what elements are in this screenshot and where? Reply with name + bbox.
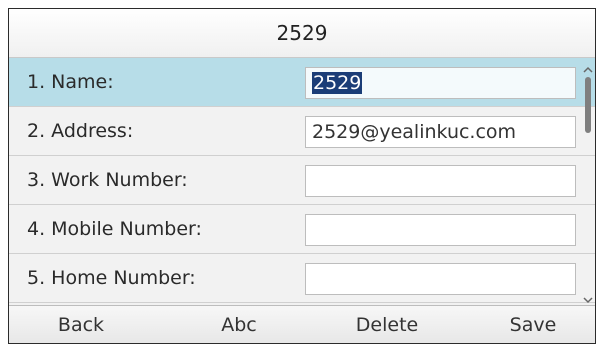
name-field[interactable]: 2529 xyxy=(305,67,576,99)
work-number-label: 3. Work Number: xyxy=(27,169,188,191)
mobile-number-field[interactable] xyxy=(305,214,576,246)
softkey-bar: Back Abc Delete Save xyxy=(9,305,595,343)
save-button[interactable]: Save xyxy=(493,306,573,343)
chevron-down-icon[interactable] xyxy=(582,291,594,304)
home-number-field[interactable] xyxy=(305,263,576,295)
name-label: 1. Name: xyxy=(27,71,114,93)
form-row-name[interactable]: 1. Name: 2529 xyxy=(9,58,595,107)
abc-button[interactable]: Abc xyxy=(199,306,279,343)
form-row-work-number[interactable]: 3. Work Number: xyxy=(9,156,595,205)
scrollbar-thumb[interactable] xyxy=(585,77,591,133)
name-value-selected: 2529 xyxy=(312,72,363,94)
contact-form: 1. Name: 2529 2. Address: 2529@yealinkuc… xyxy=(9,58,595,304)
phone-screen: 2529 1. Name: 2529 2. Address: 2529@yeal… xyxy=(8,8,596,344)
address-field[interactable]: 2529@yealinkuc.com xyxy=(305,116,576,148)
mobile-number-label: 4. Mobile Number: xyxy=(27,218,202,240)
scrollbar[interactable] xyxy=(582,59,594,304)
work-number-field[interactable] xyxy=(305,165,576,197)
home-number-label: 5. Home Number: xyxy=(27,267,196,289)
form-row-home-number[interactable]: 5. Home Number: xyxy=(9,254,595,303)
delete-button[interactable]: Delete xyxy=(337,306,437,343)
chevron-up-icon[interactable] xyxy=(582,61,594,73)
form-row-address[interactable]: 2. Address: 2529@yealinkuc.com xyxy=(9,107,595,156)
page-title: 2529 xyxy=(9,9,595,58)
back-button[interactable]: Back xyxy=(41,306,121,343)
form-row-mobile-number[interactable]: 4. Mobile Number: xyxy=(9,205,595,254)
address-label: 2. Address: xyxy=(27,120,134,142)
